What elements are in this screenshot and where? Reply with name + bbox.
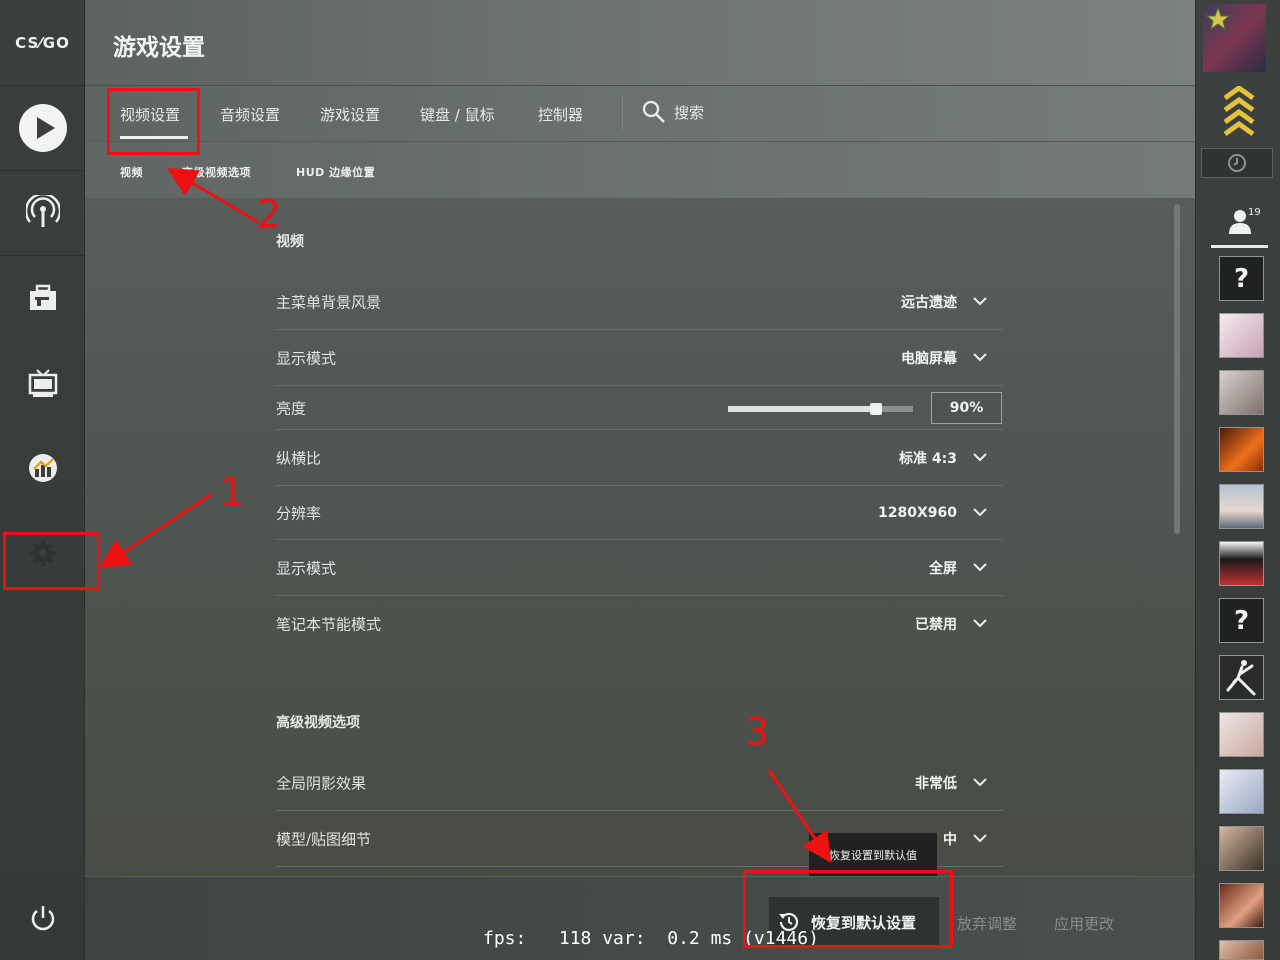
friend-avatar[interactable] — [1219, 883, 1264, 928]
setting-row-aspect-ratio[interactable]: 纵横比 标准 4:3 — [276, 430, 1003, 486]
setting-label: 纵横比 — [276, 449, 322, 467]
setting-value: 远古遗迹 — [901, 294, 957, 311]
broadcast-icon — [25, 195, 60, 227]
inventory-icon — [29, 284, 56, 310]
search-button[interactable]: 搜索 — [642, 100, 704, 124]
play-icon — [18, 104, 67, 152]
page-title: 游戏设置 — [113, 35, 205, 61]
chevron-down-icon — [973, 619, 987, 628]
setting-row-display-mode[interactable]: 显示模式 电脑屏幕 — [276, 330, 1003, 386]
setting-row-resolution[interactable]: 分辨率 1280X960 — [276, 486, 1003, 540]
clock-icon — [1228, 154, 1246, 172]
setting-row-laptop-power[interactable]: 笔记本节能模式 已禁用 — [276, 596, 1003, 652]
tab-game-settings[interactable]: 游戏设置 — [320, 104, 380, 125]
power-icon — [31, 906, 54, 931]
setting-row-brightness: 亮度 90% — [276, 386, 1003, 430]
annotation-number-2: 2 — [257, 192, 282, 236]
chevron-down-icon — [973, 296, 987, 305]
chevron-down-icon — [973, 562, 987, 571]
setting-value: 中 — [943, 831, 957, 848]
friend-avatar[interactable] — [1219, 313, 1264, 358]
tab-audio-settings[interactable]: 音频设置 — [220, 104, 280, 125]
medal-star-icon — [1206, 7, 1230, 31]
power-button[interactable] — [0, 876, 85, 960]
friend-avatar[interactable] — [1219, 541, 1264, 586]
annotation-box-restore — [743, 870, 953, 948]
annotation-number-3: 3 — [745, 710, 770, 754]
right-friends-panel — [1195, 0, 1280, 960]
annotation-box-settings — [3, 532, 100, 590]
inventory-button[interactable] — [0, 256, 85, 340]
left-sidebar: CS⁄GO — [0, 0, 85, 960]
tab-divider — [622, 96, 623, 130]
tab-keyboard-mouse[interactable]: 键盘 / 鼠标 — [420, 104, 495, 125]
brightness-value-input[interactable]: 90% — [931, 392, 1002, 424]
setting-value: 电脑屏幕 — [901, 350, 957, 367]
chevron-down-icon — [973, 833, 987, 842]
slider-fill — [728, 406, 876, 412]
friend-avatar[interactable] — [1219, 484, 1264, 529]
brightness-slider[interactable] — [728, 403, 913, 415]
chevron-down-icon — [973, 452, 987, 461]
section-title-advanced: 高级视频选项 — [276, 715, 360, 731]
subtab-video[interactable]: 视频 — [120, 164, 143, 180]
setting-label: 分辨率 — [276, 504, 322, 522]
apply-changes-button[interactable]: 应用更改 — [1054, 913, 1114, 934]
annotation-number-1: 1 — [220, 470, 245, 514]
rank-chevron-icon — [1223, 86, 1255, 137]
subtab-bar: 视频 高级视频选项 HUD 边缘位置 — [85, 142, 1195, 198]
csgo-logo: CS⁄GO — [0, 0, 85, 86]
setting-label: 模型/贴图细节 — [276, 830, 372, 848]
setting-value: 标准 4:3 — [899, 450, 957, 467]
setting-value: 已禁用 — [915, 617, 957, 633]
setting-label: 亮度 — [276, 399, 307, 417]
friend-avatar[interactable] — [1219, 940, 1264, 960]
setting-label: 笔记本节能模式 — [276, 615, 382, 634]
subtab-hud-edge[interactable]: HUD 边缘位置 — [296, 164, 375, 180]
chevron-down-icon — [973, 777, 987, 786]
slider-thumb[interactable] — [870, 403, 882, 415]
setting-value: 非常低 — [915, 775, 957, 792]
settings-tab-bar: 视频设置 音频设置 游戏设置 键盘 / 鼠标 控制器 搜索 — [85, 86, 1195, 142]
setting-label: 主菜单背景风景 — [276, 293, 382, 311]
subtab-advanced-video[interactable]: 高级视频选项 — [182, 164, 251, 180]
setting-value: 1280X960 — [878, 504, 957, 521]
setting-label: 全局阴影效果 — [276, 774, 367, 792]
stats-icon — [28, 454, 57, 482]
friend-avatar[interactable] — [1219, 655, 1264, 700]
scrollbar[interactable] — [1174, 204, 1180, 534]
jumpman-logo-icon — [1226, 660, 1256, 696]
chevron-down-icon — [973, 352, 987, 361]
tab-controller[interactable]: 控制器 — [538, 104, 583, 125]
friend-avatar[interactable] — [1219, 427, 1264, 472]
friend-avatar[interactable] — [1219, 370, 1264, 415]
setting-value: 全屏 — [929, 560, 957, 577]
setting-label: 显示模式 — [276, 349, 337, 367]
setting-row-menu-background[interactable]: 主菜单背景风景 远古遗迹 — [276, 274, 1003, 330]
setting-row-fullscreen-mode[interactable]: 显示模式 全屏 — [276, 540, 1003, 596]
player-avatar[interactable] — [1203, 4, 1266, 72]
friend-avatar[interactable] — [1219, 712, 1264, 757]
setting-label: 显示模式 — [276, 559, 337, 577]
watch-button[interactable] — [0, 341, 85, 425]
friend-avatar-unknown[interactable]: ? — [1219, 256, 1264, 301]
friend-avatar[interactable] — [1219, 769, 1264, 814]
friend-avatar-unknown[interactable]: ? — [1219, 598, 1264, 643]
discard-changes-button[interactable]: 放弃调整 — [957, 913, 1017, 934]
setting-row-global-shadow[interactable]: 全局阴影效果 非常低 — [276, 755, 1003, 811]
search-label: 搜索 — [674, 103, 705, 122]
annotation-box-video-tab — [107, 88, 200, 155]
chevron-down-icon — [973, 507, 987, 516]
search-icon — [642, 100, 665, 123]
watch-tv-icon — [28, 369, 57, 397]
friend-avatar[interactable] — [1219, 826, 1264, 871]
header-bar: 游戏设置 — [85, 0, 1195, 86]
stats-button[interactable] — [0, 426, 85, 510]
cooldown-clock-button[interactable] — [1201, 148, 1273, 178]
broadcast-button[interactable] — [0, 170, 85, 254]
play-button[interactable] — [0, 86, 85, 170]
friend-count-badge: 19 — [1248, 207, 1261, 218]
settings-content: 视频 主菜单背景风景 远古遗迹 显示模式 电脑屏幕 亮度 90% 纵横比 标准 … — [85, 198, 1195, 876]
